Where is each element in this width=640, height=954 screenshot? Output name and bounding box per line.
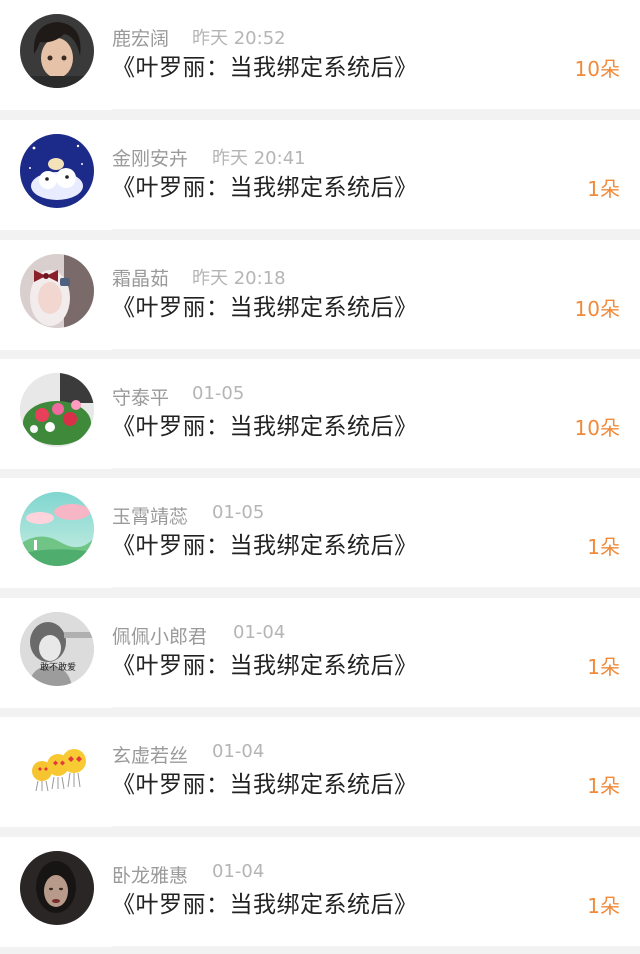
user-name[interactable]: 佩佩小郎君 <box>112 622 207 649</box>
user-name[interactable]: 霜晶茹 <box>112 264 169 291</box>
list-item[interactable]: 鹿宏阔 昨天 20:52 《叶罗丽：当我绑定系统后》 10朵 <box>0 0 640 110</box>
book-title[interactable]: 《叶罗丽：当我绑定系统后》 <box>112 526 418 560</box>
user-name[interactable]: 守泰平 <box>112 383 169 410</box>
avatar[interactable] <box>20 731 94 805</box>
list-item[interactable]: 玉霄靖蕊 01-05 《叶罗丽：当我绑定系统后》 1朵 <box>0 478 640 588</box>
avatar[interactable] <box>20 851 94 925</box>
list-item[interactable]: 霜晶茹 昨天 20:18 《叶罗丽：当我绑定系统后》 10朵 <box>0 240 640 350</box>
avatar[interactable] <box>20 373 94 447</box>
list-item[interactable]: 卧龙雅惠 01-04 《叶罗丽：当我绑定系统后》 1朵 <box>0 837 640 947</box>
flower-count: 1朵 <box>587 535 620 559</box>
user-name[interactable]: 卧龙雅惠 <box>112 861 188 888</box>
user-name[interactable]: 玉霄靖蕊 <box>112 502 188 529</box>
gift-list: 鹿宏阔 昨天 20:52 《叶罗丽：当我绑定系统后》 10朵 金刚安卉 昨天 2… <box>0 0 640 954</box>
divider <box>112 349 640 350</box>
divider <box>112 109 640 110</box>
divider <box>112 229 640 230</box>
heart-eyes-emoji-avatar-icon <box>20 731 94 805</box>
book-title[interactable]: 《叶罗丽：当我绑定系统后》 <box>112 48 418 82</box>
user-name[interactable]: 鹿宏阔 <box>112 24 169 51</box>
book-title[interactable]: 《叶罗丽：当我绑定系统后》 <box>112 168 418 202</box>
flower-count: 1朵 <box>587 177 620 201</box>
divider <box>112 707 640 708</box>
user-name[interactable]: 玄虚若丝 <box>112 741 188 768</box>
list-item[interactable]: 金刚安卉 昨天 20:41 《叶罗丽：当我绑定系统后》 1朵 <box>0 120 640 230</box>
flower-count: 1朵 <box>587 894 620 918</box>
avatar[interactable] <box>20 134 94 208</box>
gift-time: 01-05 <box>212 502 265 523</box>
book-title[interactable]: 《叶罗丽：当我绑定系统后》 <box>112 765 418 799</box>
list-item[interactable]: 守泰平 01-05 《叶罗丽：当我绑定系统后》 10朵 <box>0 359 640 469</box>
cartoon-sheep-avatar-icon <box>20 134 94 208</box>
divider <box>112 826 640 827</box>
user-name[interactable]: 金刚安卉 <box>112 144 188 171</box>
gift-time: 昨天 20:18 <box>192 268 286 289</box>
divider <box>112 587 640 588</box>
avatar[interactable] <box>20 492 94 566</box>
flower-count: 10朵 <box>574 416 620 440</box>
avatar-caption: 敢不敢爱 <box>40 661 76 673</box>
gift-time: 01-04 <box>212 741 265 762</box>
book-title[interactable]: 《叶罗丽：当我绑定系统后》 <box>112 646 418 680</box>
flower-count: 10朵 <box>574 297 620 321</box>
divider <box>112 468 640 469</box>
avatar[interactable] <box>20 14 94 88</box>
book-title[interactable]: 《叶罗丽：当我绑定系统后》 <box>112 407 418 441</box>
bw-girl-avatar-icon: 敢不敢爱 <box>20 612 94 686</box>
flower-count: 1朵 <box>587 774 620 798</box>
gift-time: 01-05 <box>192 383 245 404</box>
dark-portrait-avatar-icon <box>20 851 94 925</box>
gift-time: 01-04 <box>212 861 265 882</box>
list-item[interactable]: 敢不敢爱 佩佩小郎君 01-04 《叶罗丽：当我绑定系统后》 1朵 <box>0 598 640 708</box>
avatar[interactable] <box>20 254 94 328</box>
book-title[interactable]: 《叶罗丽：当我绑定系统后》 <box>112 885 418 919</box>
book-title[interactable]: 《叶罗丽：当我绑定系统后》 <box>112 288 418 322</box>
divider <box>112 946 640 947</box>
girl-bow-avatar-icon <box>20 254 94 328</box>
list-item[interactable]: 玄虚若丝 01-04 《叶罗丽：当我绑定系统后》 1朵 <box>0 717 640 827</box>
landscape-avatar-icon <box>20 492 94 566</box>
gift-time: 01-04 <box>233 622 286 643</box>
gift-time: 昨天 20:41 <box>212 148 306 169</box>
flower-count: 10朵 <box>574 57 620 81</box>
flowers-avatar-icon <box>20 373 94 447</box>
flower-count: 1朵 <box>587 655 620 679</box>
gift-time: 昨天 20:52 <box>192 28 286 49</box>
anime-boy-avatar-icon <box>20 14 94 88</box>
avatar[interactable]: 敢不敢爱 <box>20 612 94 686</box>
